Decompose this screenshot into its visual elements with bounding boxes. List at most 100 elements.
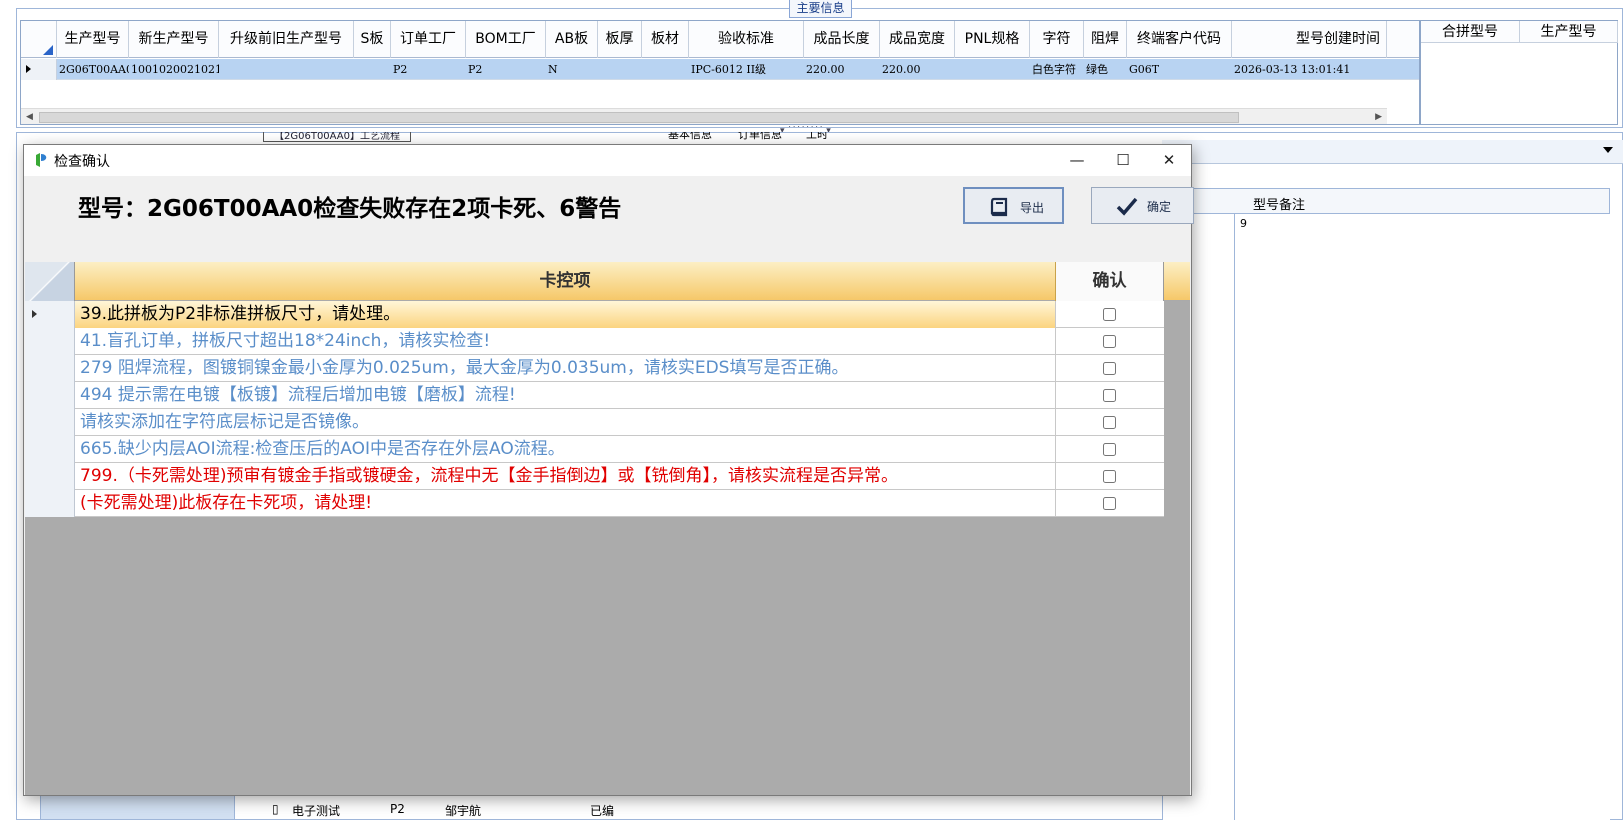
confirm-cell [1056,490,1164,517]
col-header-new-model[interactable]: 新生产型号 [129,21,219,58]
table-row[interactable]: 2G06T00AA0 10010200210215 P2 P2 N IPC-60… [21,59,1419,80]
remark-value[interactable]: 9 [1240,217,1247,230]
col-header-customer-code[interactable]: 终端客户代码 [1127,21,1232,58]
confirm-checkbox[interactable] [1103,308,1116,321]
col-header-standard[interactable]: 验收标准 [689,21,804,58]
check-item-text[interactable]: 41.盲孔订单，拼板尺寸超出18*24inch，请核实检查! [75,328,1056,355]
col-header-check-item[interactable]: 卡控项 [75,262,1056,301]
check-grid-rows: 39.此拼板为P2非标准拼板尺寸，请处理。 41.盲孔订单，拼板尺寸超出18*24… [25,301,1164,517]
cell-solder-mask: 绿色 [1086,63,1108,76]
remark-label: 型号备注 [1253,198,1306,213]
cell-standard: IPC-6012 II级 [691,63,767,76]
cell-order-factory: P2 [393,63,408,76]
col-header-material[interactable]: 板材 [642,21,689,58]
row-indicator[interactable] [25,382,75,409]
table-row[interactable]: 请核实添加在字符底层标记是否镜像。 [25,409,1164,436]
confirm-checkbox[interactable] [1103,389,1116,402]
chevron-down-icon[interactable] [1603,147,1613,153]
tab-basic-info[interactable]: 基本信息 [668,132,712,142]
row-indicator[interactable] [21,59,57,80]
check-item-text[interactable]: 39.此拼板为P2非标准拼板尺寸，请处理。 [75,301,1056,328]
confirm-checkbox[interactable] [1103,416,1116,429]
app-logo-icon [36,153,47,167]
check-result-heading: 型号：2G06T00AA0检查失败存在2项卡死、6警告 [78,196,622,222]
confirm-checkbox[interactable] [1103,443,1116,456]
cell-model: 2G06T00AA0 [59,63,129,76]
confirm-cell [1056,355,1164,382]
row-indicator[interactable] [25,436,75,463]
panel-dropdown[interactable] [1162,140,1623,164]
confirm-cell [1056,382,1164,409]
grid-corner-select-all[interactable] [25,262,75,301]
tab-work-hours[interactable]: 工时 [806,132,828,142]
row-indicator[interactable] [25,490,75,517]
cell-ab-board: N [548,63,558,76]
confirm-cell [1056,463,1164,490]
confirm-checkbox[interactable] [1103,470,1116,483]
scroll-left-icon[interactable]: ◀ [26,112,33,122]
merge-model-panel: 合拼型号 生产型号 [1420,20,1618,125]
check-item-text[interactable]: 665.缺少内层AOI流程:检查压后的AOI中是否存在外层AO流程。 [75,436,1056,463]
col-header-bom-factory[interactable]: BOM工厂 [466,21,546,58]
row-indicator[interactable] [25,301,75,328]
confirm-checkbox[interactable] [1103,497,1116,510]
check-item-text[interactable]: 799.（卡死需处理)预审有镀金手指或镀硬金，流程中无【金手指倒边】或【铣倒角】… [75,463,1056,490]
close-icon[interactable]: ✕ [1146,145,1192,176]
ok-button[interactable]: 确定 [1091,187,1194,224]
craft-flow-tab[interactable]: 【2G06T00AA0】工艺流程 [263,132,411,142]
check-grid-header: 卡控项 确认 [25,262,1190,301]
main-info-tab[interactable]: 主要信息 [789,0,852,18]
row-indicator[interactable] [25,355,75,382]
check-item-text[interactable]: (卡死需处理)此板存在卡死项，请处理! [75,490,1056,517]
confirm-checkbox[interactable] [1103,362,1116,375]
export-button[interactable]: 导出 [963,187,1064,224]
col-header-model[interactable]: 生产型号 [57,21,129,58]
process-tree-row[interactable]: ▯ 电子测试 P2 邹宇航 已编 [240,800,650,820]
col-header-s-board[interactable]: S板 [354,21,391,58]
check-item-text[interactable]: 279 阻焊流程，图镀铜镍金最小金厚为0.025um，最大金厚为0.035um，… [75,355,1056,382]
col-header-solder-mask[interactable]: 阻焊 [1084,21,1127,58]
model-grid-header: 生产型号 新生产型号 升级前旧生产型号 S板 订单工厂 BOM工厂 AB板 板厚… [21,21,1419,58]
row-indicator[interactable] [25,409,75,436]
check-item-text[interactable]: 请核实添加在字符底层标记是否镜像。 [75,409,1056,436]
dialog-titlebar[interactable]: 检查确认 — ☐ ✕ [24,145,1191,176]
table-row[interactable]: (卡死需处理)此板存在卡死项，请处理! [25,490,1164,517]
tab-order-info[interactable]: 订单信息 [738,132,782,142]
col-header-width[interactable]: 成品宽度 [880,21,955,58]
table-row[interactable]: 41.盲孔订单，拼板尺寸超出18*24inch，请核实检查! [25,328,1164,355]
checkmark-icon [1116,197,1138,216]
grid-corner-select-all[interactable] [21,21,57,58]
row-indicator[interactable] [25,463,75,490]
col-header-created-time[interactable]: 型号创建时间 [1232,21,1387,58]
col-header-thickness[interactable]: 板厚 [598,21,642,58]
horizontal-scrollbar[interactable]: ◀ ▶ [21,108,1387,124]
scroll-thumb[interactable] [39,112,1239,123]
cell-thickness [598,59,642,80]
check-item-text[interactable]: 494 提示需在电镀【板镀】流程后增加电镀【磨板】流程! [75,382,1056,409]
remark-divider [1234,214,1235,820]
check-items-grid: 卡控项 确认 39.此拼板为P2非标准拼板尺寸，请处理。 41.盲孔订单，拼板尺寸… [25,262,1190,795]
col-header-pnl[interactable]: PNL规格 [955,21,1030,58]
col-header-merge-model[interactable]: 合拼型号 [1421,21,1520,43]
cell-created-time: 2026-03-13 13:01:41 [1234,63,1351,76]
col-header-ab-board[interactable]: AB板 [546,21,598,58]
col-header-length[interactable]: 成品长度 [804,21,880,58]
col-header-silkscreen[interactable]: 字符 [1030,21,1084,58]
row-indicator[interactable] [25,328,75,355]
detail-tabs: 基本信息 订单信息 工时 [660,132,1160,142]
dialog-title: 检查确认 [54,154,110,170]
minimize-icon[interactable]: — [1054,145,1100,176]
table-row[interactable]: 799.（卡死需处理)预审有镀金手指或镀硬金，流程中无【金手指倒边】或【铣倒角】… [25,463,1164,490]
col-header-confirm[interactable]: 确认 [1056,262,1164,301]
col-header-order-factory[interactable]: 订单工厂 [391,21,466,58]
col-header-production-model[interactable]: 生产型号 [1520,21,1618,43]
confirm-checkbox[interactable] [1103,335,1116,348]
col-header-old-model[interactable]: 升级前旧生产型号 [219,21,354,58]
table-row[interactable]: 39.此拼板为P2非标准拼板尺寸，请处理。 [25,301,1164,328]
table-row[interactable]: 279 阻焊流程，图镀铜镍金最小金厚为0.025um，最大金厚为0.035um，… [25,355,1164,382]
cell-bom-factory: P2 [468,63,483,76]
maximize-icon[interactable]: ☐ [1100,145,1146,176]
table-row[interactable]: 494 提示需在电镀【板镀】流程后增加电镀【磨板】流程! [25,382,1164,409]
table-row[interactable]: 665.缺少内层AOI流程:检查压后的AOI中是否存在外层AO流程。 [25,436,1164,463]
scroll-right-icon[interactable]: ▶ [1375,112,1382,122]
